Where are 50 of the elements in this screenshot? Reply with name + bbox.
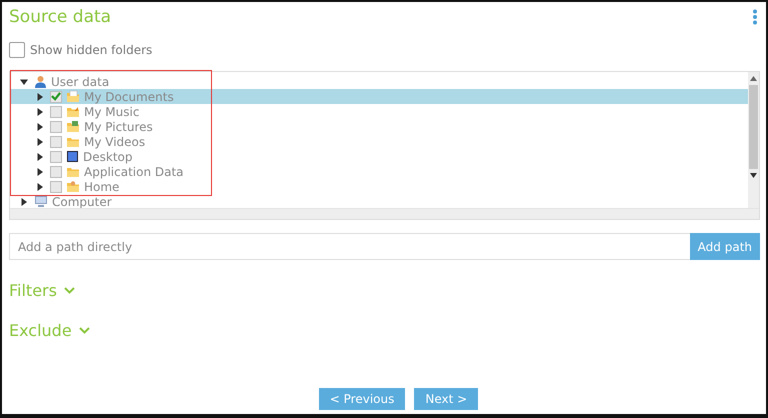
checkbox[interactable] bbox=[50, 180, 62, 192]
expand-arrow-icon[interactable] bbox=[36, 108, 44, 116]
collapse-arrow-icon[interactable] bbox=[20, 78, 28, 86]
checkbox[interactable] bbox=[50, 150, 62, 162]
expand-arrow-icon[interactable] bbox=[20, 198, 28, 206]
horizontal-scrollbar[interactable] bbox=[10, 208, 759, 219]
chevron-down-icon bbox=[64, 286, 75, 294]
expand-arrow-icon[interactable] bbox=[36, 168, 44, 176]
tree-row[interactable]: Desktop bbox=[10, 149, 748, 164]
chevron-down-icon bbox=[78, 326, 90, 334]
section-toggle[interactable]: Exclude bbox=[9, 320, 760, 340]
page-title: Source data bbox=[9, 7, 112, 27]
add-path-button[interactable]: Add path bbox=[690, 233, 760, 260]
previous-button[interactable]: < Previous bbox=[318, 388, 406, 410]
more-icon[interactable] bbox=[752, 9, 758, 25]
tree-row[interactable]: User data bbox=[10, 74, 748, 89]
expand-arrow-icon[interactable] bbox=[36, 122, 44, 130]
expand-arrow-icon[interactable] bbox=[36, 182, 44, 190]
checkbox[interactable] bbox=[50, 120, 62, 132]
expand-arrow-icon[interactable] bbox=[36, 152, 44, 160]
folder-icon bbox=[66, 165, 80, 178]
picture-folder-icon bbox=[66, 120, 80, 133]
desktop-icon bbox=[66, 150, 79, 163]
checkbox[interactable] bbox=[50, 136, 62, 148]
section-toggle[interactable]: Filters bbox=[9, 280, 760, 300]
scroll-up-icon[interactable] bbox=[750, 76, 757, 81]
checkbox[interactable] bbox=[50, 166, 62, 178]
tree-row[interactable]: Application Data bbox=[10, 164, 748, 179]
path-input-field[interactable]: Add a path directly bbox=[9, 233, 690, 260]
document-folder-icon bbox=[66, 90, 80, 103]
home-folder-icon bbox=[66, 180, 80, 193]
music-folder-icon bbox=[66, 105, 80, 118]
checkbox-label: Show hidden folders bbox=[30, 43, 152, 57]
tree-row[interactable]: Computer bbox=[10, 194, 748, 209]
tree-row[interactable]: Home bbox=[10, 179, 748, 194]
user-icon bbox=[34, 75, 47, 88]
tree-row[interactable]: My Pictures bbox=[10, 119, 748, 134]
vertical-scrollbar[interactable] bbox=[748, 72, 759, 208]
selected-tree-row[interactable]: My Documents bbox=[10, 89, 748, 104]
tree-row[interactable]: My Music bbox=[10, 104, 748, 119]
computer-icon bbox=[34, 195, 48, 208]
folder-icon bbox=[66, 135, 80, 148]
checkbox[interactable] bbox=[9, 42, 25, 58]
checked-checkbox[interactable] bbox=[50, 90, 62, 102]
expand-arrow-icon[interactable] bbox=[36, 138, 44, 146]
checkbox[interactable] bbox=[50, 106, 62, 118]
tree-row[interactable]: My Videos bbox=[10, 134, 748, 149]
scroll-down-icon[interactable] bbox=[750, 173, 757, 178]
expand-arrow-icon[interactable] bbox=[36, 92, 44, 100]
next-button[interactable]: Next > bbox=[414, 388, 478, 410]
